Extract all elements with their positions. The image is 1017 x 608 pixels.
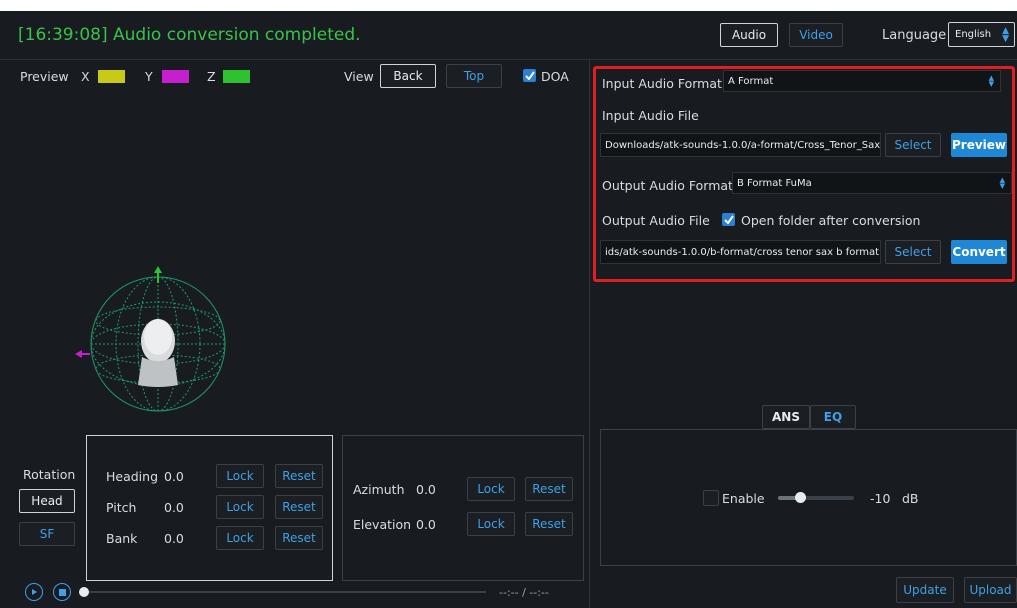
bank-reset-button[interactable]: Reset [275, 526, 323, 550]
elevation-lock-button[interactable]: Lock [467, 512, 515, 536]
axis-x-swatch [98, 70, 125, 83]
output-format-select[interactable]: B Format FuMa ▲ ▼ [732, 172, 1012, 194]
heading-reset-button[interactable]: Reset [275, 464, 323, 488]
elevation-reset-button[interactable]: Reset [525, 512, 573, 536]
output-select-button[interactable]: Select [885, 240, 941, 264]
enable-checkbox[interactable] [703, 490, 719, 506]
input-format-label: Input Audio Format [602, 76, 722, 91]
azimuth-value: 0.0 [416, 482, 436, 497]
chevron-updown-icon: ▲ ▼ [988, 74, 994, 88]
status-message: [16:39:08] Audio conversion completed. [18, 25, 361, 45]
upload-button[interactable]: Upload [964, 577, 1017, 603]
elevation-value: 0.0 [416, 517, 436, 532]
enable-label: Enable [722, 491, 765, 506]
pitch-value: 0.0 [164, 500, 184, 515]
preview-button[interactable]: Preview [951, 133, 1007, 157]
rotation-label: Rotation [23, 467, 76, 482]
input-format-value: A Format [728, 75, 774, 87]
tab-ans[interactable]: ANS [762, 405, 810, 429]
stop-icon [58, 588, 66, 596]
play-icon [32, 589, 37, 595]
output-file-value: ids/atk-sounds-1.0.0/b-format/cross teno… [605, 246, 881, 258]
input-select-button[interactable]: Select [885, 133, 941, 157]
chevron-updown-icon: ▲ ▼ [999, 176, 1005, 190]
gain-unit: dB [902, 491, 919, 506]
direction-values-panel [342, 435, 584, 581]
heading-value: 0.0 [164, 469, 184, 484]
input-format-select[interactable]: A Format ▲ ▼ [723, 70, 1001, 92]
output-format-label: Output Audio Format [602, 178, 733, 193]
doa-label: DOA [541, 69, 569, 84]
stop-button[interactable] [53, 583, 71, 601]
axis-z-label: Z [207, 69, 216, 84]
checkmark-icon [524, 71, 535, 80]
gain-value: -10 [870, 491, 891, 506]
tab-video[interactable]: Video [789, 23, 843, 47]
bank-value: 0.0 [164, 531, 184, 546]
progress-handle[interactable] [79, 587, 89, 597]
rotation-sf-button[interactable]: SF [19, 522, 75, 546]
axis-z-swatch [223, 70, 250, 83]
heading-lock-button[interactable]: Lock [216, 464, 264, 488]
language-label: Language [882, 28, 947, 43]
azimuth-label: Azimuth [353, 482, 405, 497]
player-time: --:-- / --:-- [499, 586, 549, 599]
gain-slider-handle[interactable] [795, 492, 806, 503]
heading-label: Heading [106, 469, 159, 484]
head-model-icon [138, 319, 178, 387]
input-file-field[interactable]: Downloads/atk-sounds-1.0.0/a-format/Cros… [600, 133, 881, 157]
tab-eq[interactable]: EQ [810, 405, 856, 429]
preview-label: Preview [20, 69, 69, 84]
elevation-label: Elevation [353, 517, 412, 532]
tab-audio[interactable]: Audio [720, 23, 778, 47]
play-button[interactable] [25, 583, 43, 601]
output-file-field[interactable]: ids/atk-sounds-1.0.0/b-format/cross teno… [600, 240, 881, 264]
language-value: English [955, 29, 992, 40]
axis-y-label: Y [145, 69, 153, 84]
pitch-lock-button[interactable]: Lock [216, 495, 264, 519]
azimuth-reset-button[interactable]: Reset [525, 477, 573, 501]
bank-label: Bank [106, 531, 138, 546]
output-format-value: B Format FuMa [737, 177, 812, 189]
checkmark-icon [723, 215, 734, 224]
output-file-label: Output Audio File [602, 213, 710, 228]
app-window: [16:39:08] Audio conversion completed. A… [0, 11, 1017, 608]
rotation-head-button[interactable]: Head [19, 489, 75, 513]
progress-track[interactable] [82, 591, 486, 593]
pitch-reset-button[interactable]: Reset [275, 495, 323, 519]
view-top-button[interactable]: Top [446, 64, 502, 88]
chevron-updown-icon: ▲ ▼ [1002, 26, 1009, 44]
open-folder-label: Open folder after conversion [741, 213, 921, 228]
axis-y-swatch [162, 70, 189, 83]
pitch-label: Pitch [106, 500, 137, 515]
open-folder-checkbox[interactable] [722, 213, 735, 226]
panel-divider [589, 59, 590, 608]
doa-checkbox[interactable] [523, 69, 536, 82]
head-sphere-preview[interactable] [70, 261, 240, 421]
input-file-value: Downloads/atk-sounds-1.0.0/a-format/Cros… [605, 139, 881, 151]
view-label: View [344, 69, 374, 84]
view-back-button[interactable]: Back [380, 64, 436, 88]
update-button[interactable]: Update [896, 577, 954, 603]
header-divider [0, 59, 1017, 60]
convert-button[interactable]: Convert [951, 240, 1007, 264]
language-select[interactable]: English ▲ ▼ [948, 22, 1015, 47]
axis-x-label: X [81, 69, 90, 84]
azimuth-lock-button[interactable]: Lock [467, 477, 515, 501]
bank-lock-button[interactable]: Lock [216, 526, 264, 550]
input-file-label: Input Audio File [602, 108, 699, 123]
